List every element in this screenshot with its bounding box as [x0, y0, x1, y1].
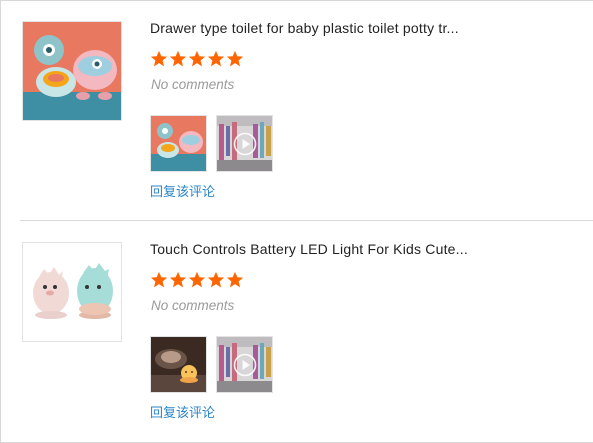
- review-photo-thumbnail[interactable]: [150, 336, 207, 393]
- night-light-product-image: [23, 243, 121, 341]
- product-title[interactable]: Drawer type toilet for baby plastic toil…: [150, 20, 459, 36]
- potty-product-image: [23, 22, 121, 120]
- star-rating: [150, 50, 244, 68]
- reply-to-review-link[interactable]: 回复该评论: [150, 181, 215, 200]
- star-icon: [188, 271, 206, 288]
- star-icon: [169, 271, 187, 288]
- review-photo-thumbnail[interactable]: [150, 115, 207, 172]
- reply-to-review-link[interactable]: 回复该评论: [150, 402, 215, 421]
- star-icon: [188, 50, 206, 67]
- top-border: [1, 0, 593, 1]
- comment-status: No comments: [151, 77, 235, 92]
- star-icon: [226, 271, 244, 288]
- star-icon: [226, 50, 244, 67]
- review-video-thumbnail[interactable]: [216, 115, 273, 172]
- star-icon: [150, 50, 168, 67]
- review-list-panel: Drawer type toilet for baby plastic toil…: [0, 0, 593, 443]
- review-video-thumbnail[interactable]: [216, 336, 273, 393]
- product-thumbnail[interactable]: [22, 242, 122, 342]
- star-rating: [150, 271, 244, 289]
- play-icon: [233, 132, 257, 156]
- product-title[interactable]: Touch Controls Battery LED Light For Kid…: [150, 241, 468, 257]
- star-icon: [169, 50, 187, 67]
- product-thumbnail[interactable]: [22, 21, 122, 121]
- star-icon: [150, 271, 168, 288]
- night-light-photo-icon: [151, 337, 206, 392]
- comment-status: No comments: [151, 298, 235, 313]
- potty-photo-icon: [151, 116, 206, 171]
- review-divider: [20, 220, 593, 221]
- play-icon: [233, 353, 257, 377]
- star-icon: [207, 271, 225, 288]
- star-icon: [207, 50, 225, 67]
